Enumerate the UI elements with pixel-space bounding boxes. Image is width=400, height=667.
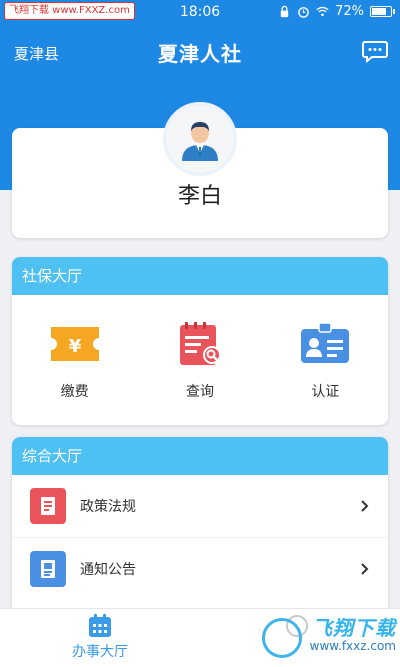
- tab-service-hall[interactable]: 办事大厅: [60, 613, 140, 661]
- status-right: 72%: [278, 4, 395, 19]
- avatar[interactable]: [163, 102, 237, 176]
- tab-label: 办事大厅: [72, 644, 128, 660]
- certify-button[interactable]: 认证: [280, 321, 370, 401]
- social-hall-grid: ¥ 缴费 查询 认证: [12, 295, 388, 401]
- list-item-label: 通知公告: [80, 561, 136, 578]
- section-title: 社保大厅: [12, 257, 388, 295]
- certify-label: 认证: [311, 384, 340, 400]
- battery-percent: 72%: [335, 4, 364, 19]
- yen-ticket-icon: ¥: [50, 327, 99, 361]
- nav-bar: 夏津县 夏津人社: [0, 28, 400, 74]
- search-notepad-icon: [179, 322, 221, 365]
- bottom-tab-bar: 办事大厅: [0, 608, 400, 667]
- status-bar: 飞翔下载 www.FXXZ.com 18:06 72%: [0, 0, 400, 24]
- user-avatar-icon: [182, 122, 218, 161]
- query-label: 查询: [185, 384, 214, 400]
- message-icon[interactable]: [362, 40, 388, 64]
- lock-rotation-icon: [280, 5, 289, 18]
- payment-button[interactable]: ¥ 缴费: [30, 321, 120, 401]
- alarm-icon: [298, 7, 309, 18]
- list-item-notice[interactable]: 通知公告: [12, 537, 388, 599]
- svg-text:¥: ¥: [68, 336, 81, 357]
- social-hall-card: 社保大厅 ¥ 缴费 查询 认证: [12, 257, 388, 425]
- list-item-policy[interactable]: 政策法规: [12, 475, 388, 537]
- payment-label: 缴费: [60, 384, 89, 400]
- general-hall-card: 综合大厅 政策法规 通知公告: [12, 437, 388, 637]
- wifi-icon: [316, 6, 329, 17]
- chevron-right-icon: [361, 500, 369, 512]
- page-title: 夏津人社: [158, 42, 242, 66]
- user-name: 李白: [177, 184, 222, 209]
- document-icon: [30, 550, 66, 587]
- section-title: 综合大厅: [12, 437, 388, 475]
- calendar-grid-icon: [89, 614, 111, 637]
- list-item-label: 政策法规: [80, 499, 136, 515]
- tab-profile-icon[interactable]: [286, 615, 308, 637]
- id-card-icon: [301, 322, 350, 363]
- chevron-right-icon: [361, 562, 369, 575]
- query-button[interactable]: 查询: [155, 321, 245, 401]
- battery-icon: [370, 6, 395, 17]
- notebook-icon: [30, 488, 66, 524]
